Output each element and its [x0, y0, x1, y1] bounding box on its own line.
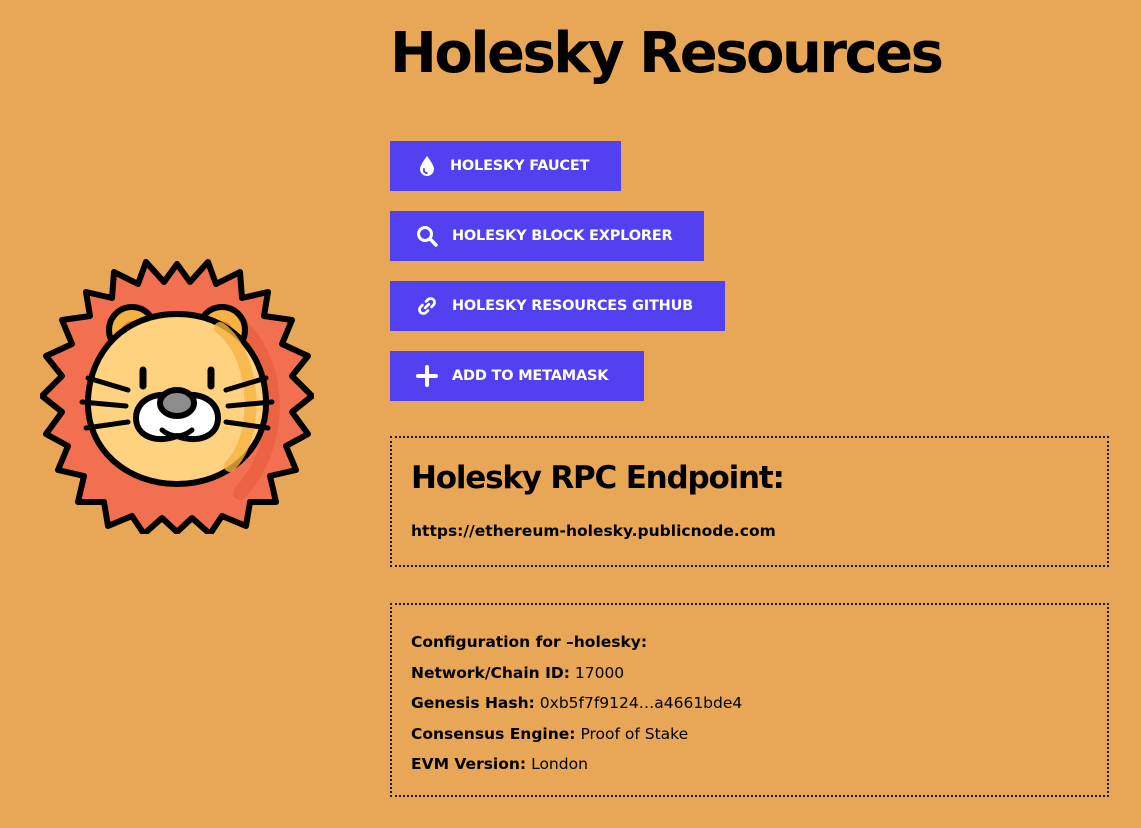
plus-icon: [416, 365, 438, 387]
consensus-engine-label: Consensus Engine:: [411, 724, 576, 743]
evm-version-value: London: [531, 755, 588, 773]
configuration-heading: Configuration for –holesky:: [411, 627, 742, 658]
lion-logo: [40, 259, 314, 534]
holesky-resources-github-label: HOLESKY RESOURCES GITHUB: [452, 298, 693, 314]
genesis-hash-label: Genesis Hash:: [411, 694, 535, 712]
config-row-evm-version: EVM Version: London: [411, 749, 742, 780]
holesky-block-explorer-button[interactable]: HOLESKY BLOCK EXPLORER: [390, 211, 704, 261]
page-title: Holesky Resources: [390, 21, 944, 86]
add-to-metamask-button[interactable]: ADD TO METAMASK: [390, 351, 644, 401]
rpc-endpoint-title: Holesky RPC Endpoint:: [411, 460, 785, 496]
water-drop-icon: [418, 155, 436, 177]
consensus-engine-value: Proof of Stake: [580, 724, 689, 743]
evm-version-label: EVM Version:: [411, 755, 527, 773]
configuration-heading-text: Configuration for –holesky:: [411, 633, 648, 651]
holesky-block-explorer-label: HOLESKY BLOCK EXPLORER: [452, 228, 673, 244]
rpc-endpoint-card: Holesky RPC Endpoint: https://ethereum-h…: [390, 436, 1109, 567]
configuration-card: Configuration for –holesky: Network/Chai…: [390, 603, 1109, 797]
config-row-genesis-hash: Genesis Hash: 0xb5f7f9124…a4661bde4: [411, 688, 742, 719]
holesky-faucet-button[interactable]: HOLESKY FAUCET: [390, 141, 621, 191]
link-icon: [416, 295, 438, 317]
config-row-consensus-engine: Consensus Engine: Proof of Stake: [411, 719, 742, 750]
chain-id-value: 17000: [574, 663, 625, 682]
rpc-endpoint-url: https://ethereum-holesky.publicnode.com: [411, 522, 776, 540]
config-row-chain-id: Network/Chain ID: 17000: [411, 658, 742, 689]
genesis-hash-value: 0xb5f7f9124…a4661bde4: [539, 694, 743, 712]
holesky-faucet-label: HOLESKY FAUCET: [450, 158, 590, 174]
holesky-resources-github-button[interactable]: HOLESKY RESOURCES GITHUB: [390, 281, 725, 331]
chain-id-label: Network/Chain ID:: [411, 663, 570, 682]
search-icon: [416, 225, 438, 247]
configuration-list: Configuration for –holesky: Network/Chai…: [411, 627, 742, 780]
add-to-metamask-label: ADD TO METAMASK: [452, 368, 609, 384]
